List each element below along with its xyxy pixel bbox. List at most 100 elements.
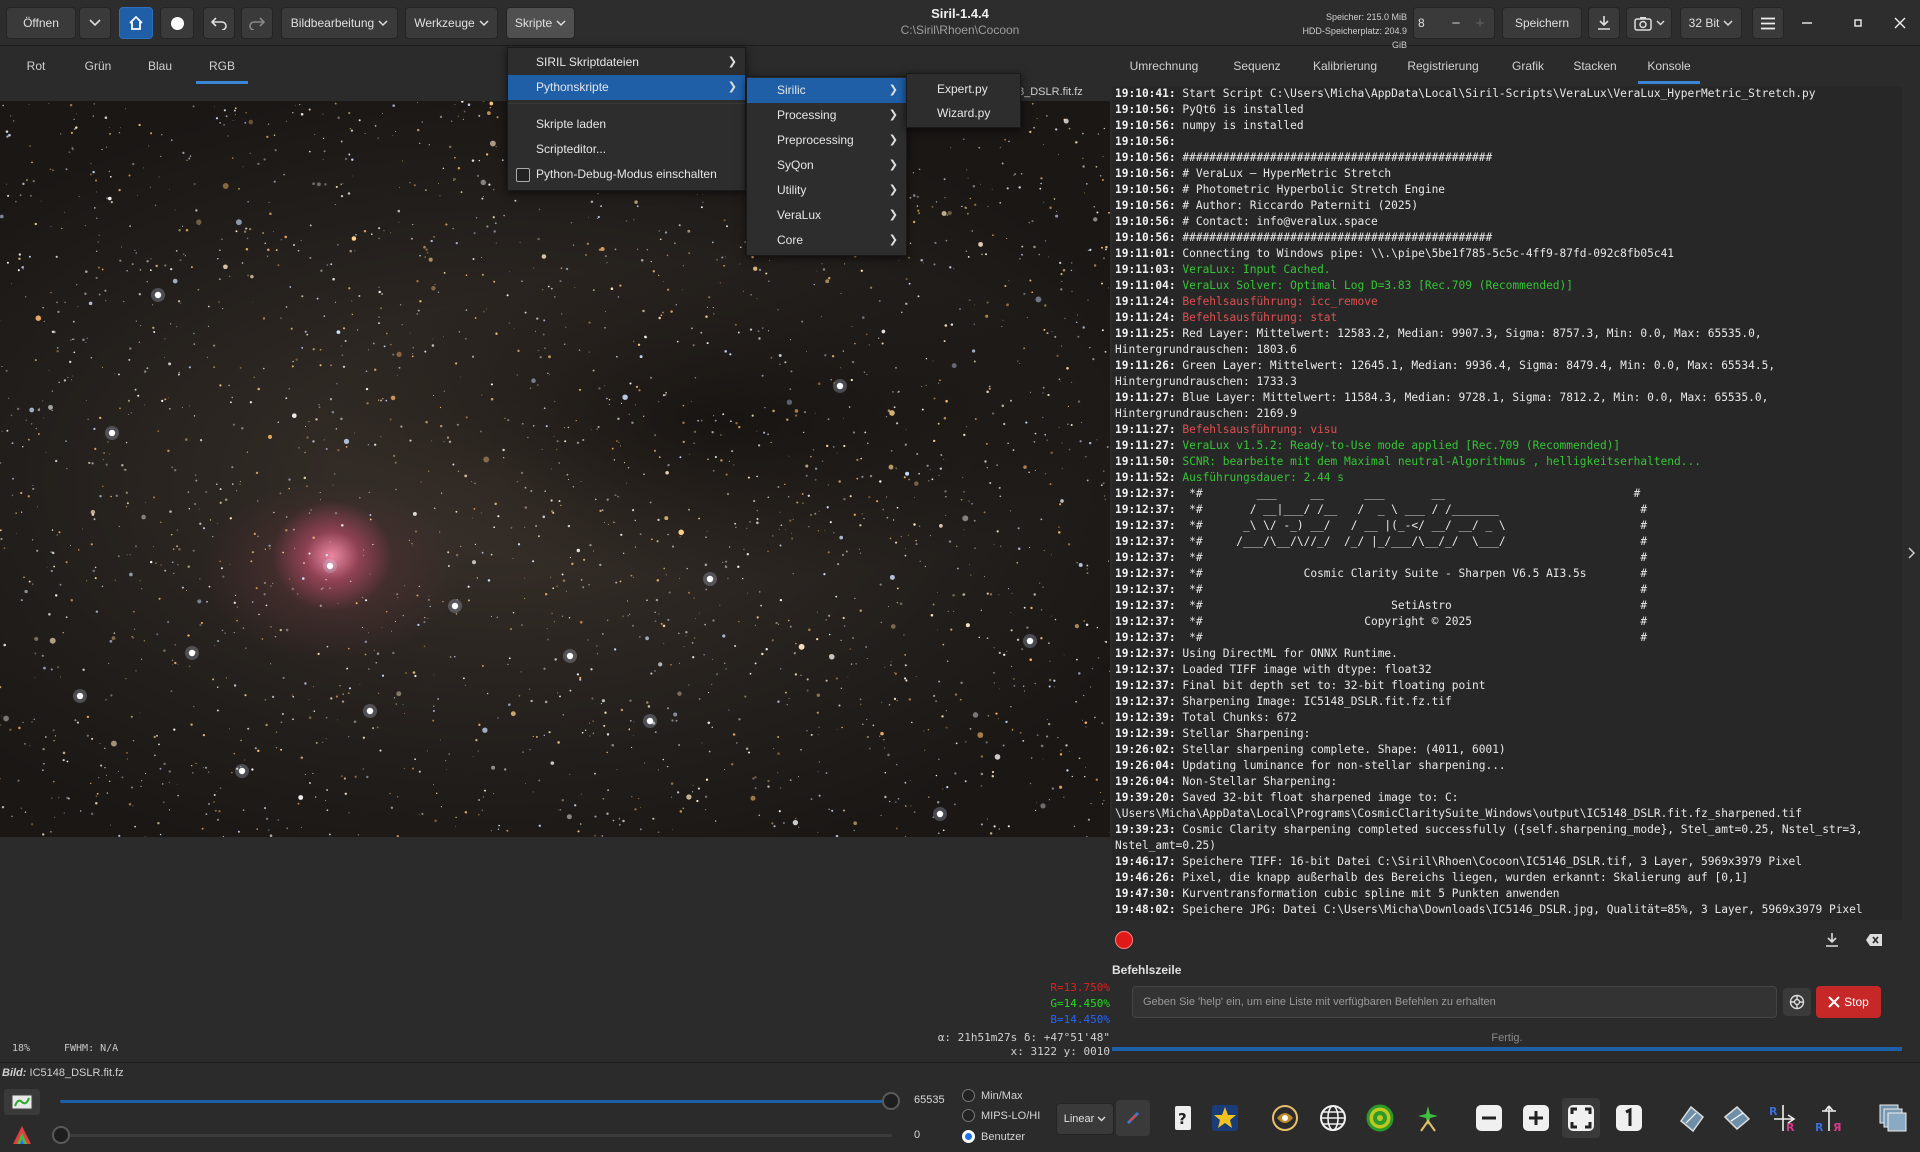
menu-item-python-debug[interactable]: Python-Debug-Modus einschalten: [508, 162, 745, 187]
console-message: Sharpening Image: IC5148_DSLR.fit.fz.tif: [1175, 695, 1452, 708]
console-line: 19:12:37: Sharpening Image: IC5148_DSLR.…: [1115, 694, 1902, 710]
threads-spinner[interactable]: 8 − +: [1413, 7, 1495, 39]
save-button[interactable]: Speichern: [1502, 7, 1582, 39]
tab-calibration[interactable]: Kalibrierung: [1308, 48, 1382, 84]
submenu-item-processing[interactable]: Processing ❯: [747, 103, 906, 128]
photometry-button[interactable]: [1409, 1098, 1447, 1138]
false-color-button[interactable]: [1116, 1100, 1150, 1136]
color-wheel-icon: [13, 1126, 31, 1144]
menu-tools[interactable]: Werkzeuge: [405, 7, 498, 39]
close-button[interactable]: [1885, 12, 1915, 34]
clear-log-button[interactable]: [1863, 929, 1885, 951]
mirror-x-button[interactable]: RR: [1764, 1098, 1802, 1138]
target-button[interactable]: [1361, 1098, 1399, 1138]
submenu-item-utility[interactable]: Utility ❯: [747, 178, 906, 203]
min-level-slider[interactable]: [60, 1134, 892, 1137]
tab-red[interactable]: Rot: [10, 48, 62, 84]
menu-item-script-editor[interactable]: Scripteditor...: [508, 137, 745, 162]
save-as-button[interactable]: [1588, 7, 1620, 39]
stop-button[interactable]: Stop: [1816, 986, 1881, 1018]
menu-image-processing[interactable]: Bildbearbeitung: [281, 7, 398, 39]
open-button[interactable]: Öffnen: [6, 7, 76, 39]
image-viewport[interactable]: [0, 101, 1110, 837]
log-indicator[interactable]: [1115, 931, 1133, 949]
home-button[interactable]: [119, 7, 153, 39]
zoom-out-button[interactable]: [1470, 1098, 1508, 1138]
tab-green[interactable]: Grün: [72, 48, 124, 84]
submenu-item-veralux[interactable]: VeraLux ❯: [747, 203, 906, 228]
console-line: 19:12:37: *# SetiAstro #: [1115, 598, 1902, 614]
menu-item-python-scripts[interactable]: Pythonskripte ❯: [508, 75, 745, 100]
right-panel-tabs: Umrechnung Sequenz Kalibrierung Registri…: [1112, 48, 1902, 84]
submenu-item-wizard[interactable]: Wizard.py: [907, 101, 1020, 126]
tab-console[interactable]: Konsole: [1638, 48, 1700, 84]
submenu-item-expert[interactable]: Expert.py: [907, 77, 1020, 102]
rotate-left-button[interactable]: [1672, 1098, 1710, 1138]
max-level-slider[interactable]: [60, 1100, 892, 1103]
submenu-item-sirilic[interactable]: Sirilic ❯: [747, 78, 906, 103]
menu-scripts[interactable]: Skripte: [506, 7, 575, 39]
save-log-button[interactable]: [1821, 929, 1843, 951]
console-line: 19:10:56: ##############################…: [1115, 150, 1902, 166]
console-message: *# #: [1175, 583, 1648, 596]
console-timestamp: 19:12:37:: [1115, 583, 1176, 596]
tab-sequence[interactable]: Sequenz: [1229, 48, 1285, 84]
submenu-item-syqon[interactable]: SyQon ❯: [747, 153, 906, 178]
negative-view-button[interactable]: ?: [1164, 1098, 1202, 1138]
decrement-button[interactable]: −: [1444, 15, 1468, 32]
livestack-button[interactable]: [160, 7, 194, 39]
command-help-button[interactable]: [1783, 988, 1811, 1016]
rotate-right-button[interactable]: [1718, 1098, 1756, 1138]
console-timestamp: 19:12:37:: [1115, 663, 1176, 676]
zoom-fit-button[interactable]: [1562, 1098, 1600, 1138]
min-level-knob[interactable]: [52, 1126, 70, 1144]
console-message: *# #: [1175, 631, 1648, 644]
radio-button[interactable]: [962, 1089, 975, 1102]
catalog-button[interactable]: [1314, 1098, 1352, 1138]
checkbox[interactable]: [516, 168, 530, 182]
console-timestamp: 19:12:37:: [1115, 679, 1176, 692]
zoom-in-button[interactable]: [1517, 1098, 1555, 1138]
icc-profile-icon: [11, 1094, 33, 1110]
tab-stacking[interactable]: Stacken: [1567, 48, 1623, 84]
menu-item-siril-scripts[interactable]: SIRIL Skriptdateien ❯: [508, 50, 745, 75]
scale-minmax[interactable]: Min/Max: [962, 1089, 1023, 1102]
redo-icon: [249, 17, 265, 30]
redo-button[interactable]: [241, 7, 273, 39]
max-level-knob[interactable]: [882, 1092, 900, 1110]
console-line: 19:10:56: PyQt6 is installed: [1115, 102, 1902, 118]
scale-mips[interactable]: MIPS-LO/HI: [962, 1109, 1040, 1122]
tab-rgb[interactable]: RGB: [196, 48, 248, 84]
console-log[interactable]: 19:10:41: Start Script C:\Users\Micha\Ap…: [1112, 86, 1902, 920]
minimize-button[interactable]: [1792, 12, 1822, 34]
tab-registration[interactable]: Registrierung: [1402, 48, 1484, 84]
image-stack-button[interactable]: [1874, 1098, 1912, 1138]
increment-button[interactable]: +: [1468, 15, 1492, 32]
zoom-100-button[interactable]: [1610, 1098, 1648, 1138]
undo-button[interactable]: [203, 7, 235, 39]
mirror-y-button[interactable]: RЯ: [1810, 1098, 1848, 1138]
radio-button[interactable]: [962, 1109, 975, 1122]
recent-files-dropdown[interactable]: [79, 7, 111, 39]
snapshot-button[interactable]: [1626, 7, 1672, 39]
tab-plot[interactable]: Grafik: [1504, 48, 1552, 84]
bitdepth-dropdown[interactable]: 32 Bit: [1680, 7, 1742, 39]
header-bar: Öffnen Bildbearbeitung Werkzeuge Skripte…: [0, 0, 1920, 50]
submenu-item-preprocessing[interactable]: Preprocessing ❯: [747, 128, 906, 153]
stretch-mode-dropdown[interactable]: Linear: [1056, 1103, 1114, 1135]
radio-button[interactable]: [962, 1130, 975, 1143]
menu-item-load-scripts[interactable]: Skripte laden: [508, 112, 745, 137]
maximize-button[interactable]: [1843, 12, 1873, 34]
submenu-item-core[interactable]: Core ❯: [747, 228, 906, 253]
tab-blue[interactable]: Blau: [134, 48, 186, 84]
plate-solve-button[interactable]: [1266, 1098, 1304, 1138]
panel-toggle[interactable]: [1904, 48, 1920, 1058]
color-profile-button[interactable]: [4, 1089, 40, 1115]
scale-user[interactable]: Benutzer: [962, 1130, 1025, 1143]
main-menu-button[interactable]: [1752, 7, 1784, 39]
color-saturation-button[interactable]: [4, 1122, 40, 1148]
annotate-button[interactable]: [1206, 1098, 1244, 1138]
command-input[interactable]: Geben Sie 'help' ein, um eine Liste mit …: [1132, 986, 1777, 1018]
console-message: Connecting to Windows pipe: \\.\pipe\5be…: [1175, 247, 1675, 260]
tab-conversion[interactable]: Umrechnung: [1126, 48, 1202, 84]
